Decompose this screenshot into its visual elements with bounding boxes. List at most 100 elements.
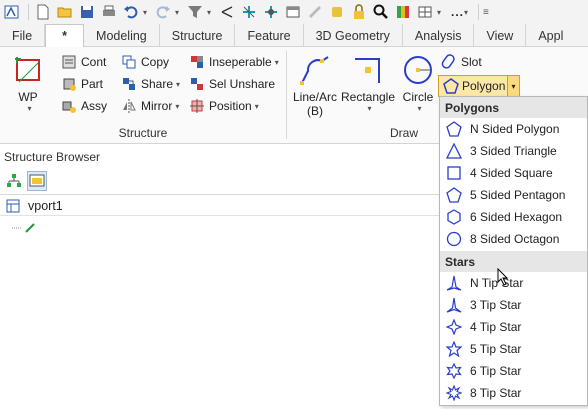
paint-icon[interactable] xyxy=(327,2,347,22)
new-file-icon[interactable] xyxy=(33,2,53,22)
viewport-view-icon[interactable] xyxy=(27,171,47,191)
square-icon xyxy=(445,164,463,182)
mirror-button[interactable]: Mirror ▾ xyxy=(120,96,179,116)
redo-dropdown-icon[interactable]: ▾ xyxy=(175,8,183,17)
open-folder-icon[interactable] xyxy=(55,2,75,22)
assy-button[interactable]: Assy xyxy=(60,96,107,116)
menu-item-8-tip-star[interactable]: 8 Tip Star xyxy=(440,382,587,404)
wp-button[interactable]: WP ▾ xyxy=(10,55,46,113)
ribbon-tabs: File * Modeling Structure Feature 3D Geo… xyxy=(0,24,588,48)
point-icon[interactable] xyxy=(217,2,237,22)
more-dropdown-icon[interactable]: ▾ xyxy=(464,8,472,17)
tree-child-item[interactable] xyxy=(12,222,42,237)
customize-toolbar-icon[interactable]: ≡ xyxy=(483,7,491,18)
rectangle-label: Rectangle xyxy=(340,90,396,104)
copy-button[interactable]: Copy xyxy=(120,52,169,72)
polygon-dropdown-menu: Polygons N Sided Polygon 3 Sided Triangl… xyxy=(439,96,588,406)
menu-item-5-tip-star[interactable]: 5 Tip Star xyxy=(440,338,587,360)
app-menu-icon[interactable] xyxy=(2,2,22,22)
lock-icon[interactable] xyxy=(349,2,369,22)
tab-3d-geometry[interactable]: 3D Geometry xyxy=(304,24,403,47)
inseperable-icon xyxy=(188,53,206,71)
tab-structure[interactable]: Structure xyxy=(160,24,236,47)
share-button[interactable]: Share ▾ xyxy=(120,74,180,94)
tab-appl[interactable]: Appl xyxy=(526,24,575,47)
share-icon xyxy=(120,75,138,93)
sel-unshare-button[interactable]: Sel Unshare xyxy=(188,74,275,94)
snap-tool-icon[interactable] xyxy=(261,2,281,22)
tab-view[interactable]: View xyxy=(474,24,527,47)
sel-unshare-icon xyxy=(188,75,206,93)
tab-analysis[interactable]: Analysis xyxy=(403,24,475,47)
menu-item-6-tip-star[interactable]: 6 Tip Star xyxy=(440,360,587,382)
part-button[interactable]: Part xyxy=(60,74,103,94)
tree-view-icon[interactable] xyxy=(4,171,24,191)
menu-item-label: 3 Sided Triangle xyxy=(470,144,557,158)
structure-group-label: Structure xyxy=(118,126,168,140)
polygon-button[interactable]: Polygon ▾ xyxy=(438,75,520,97)
position-button[interactable]: Position ▾ xyxy=(188,96,259,116)
line-arc-button[interactable]: Line/Arc (B) xyxy=(290,53,340,118)
menu-item-4-sided-square[interactable]: 4 Sided Square xyxy=(440,162,587,184)
quick-access-toolbar: ▾ ▾ ▾ ▾ ... ▾ ≡ xyxy=(0,0,588,24)
cont-button[interactable]: Cont xyxy=(60,52,106,72)
tab-modeling[interactable]: Modeling xyxy=(84,24,160,47)
3-tip-star-icon xyxy=(445,296,463,314)
more-commands-button[interactable]: ... xyxy=(451,5,464,19)
tab-star[interactable]: * xyxy=(45,24,85,48)
sel-unshare-label: Sel Unshare xyxy=(209,77,276,91)
rectangle-button[interactable]: Rectangle ▾ xyxy=(340,53,396,113)
polygon-label: Polygon xyxy=(462,79,506,93)
undo-dropdown-icon[interactable]: ▾ xyxy=(143,8,151,17)
8-tip-star-icon xyxy=(445,384,463,402)
structure-browser-toolbar xyxy=(0,168,440,194)
circle-button[interactable]: Circle ▾ xyxy=(400,53,436,113)
menu-item-label: 8 Sided Octagon xyxy=(470,232,560,246)
zoom-icon[interactable] xyxy=(371,2,391,22)
inseperable-button[interactable]: Inseperable ▾ xyxy=(188,52,279,72)
menu-item-n-tip-star[interactable]: N Tip Star xyxy=(440,272,587,294)
tab-file[interactable]: File xyxy=(0,24,46,47)
layout-dropdown-icon[interactable]: ▾ xyxy=(437,8,445,17)
print-icon[interactable] xyxy=(99,2,119,22)
assy-icon xyxy=(60,97,78,115)
menu-item-3-tip-star[interactable]: 3 Tip Star xyxy=(440,294,587,316)
menu-item-label: 6 Sided Hexagon xyxy=(470,210,563,224)
color-icon[interactable] xyxy=(393,2,413,22)
circle-icon xyxy=(401,53,435,90)
rectangle-icon xyxy=(351,53,385,90)
menu-item-3-sided-triangle[interactable]: 3 Sided Triangle xyxy=(440,140,587,162)
mirror-dropdown-icon: ▾ xyxy=(175,101,180,111)
vport-tree-item[interactable]: vport1 xyxy=(6,197,63,215)
window-icon[interactable] xyxy=(283,2,303,22)
4-tip-star-icon xyxy=(445,318,463,336)
tape-icon[interactable] xyxy=(305,2,325,22)
copy-label: Copy xyxy=(141,55,170,69)
hexagon-icon xyxy=(445,208,463,226)
menu-item-4-tip-star[interactable]: 4 Tip Star xyxy=(440,316,587,338)
menu-item-5-sided-pentagon[interactable]: 5 Sided Pentagon xyxy=(440,184,587,206)
menu-item-label: 6 Tip Star xyxy=(470,364,522,378)
rectangle-dropdown-icon: ▾ xyxy=(367,104,372,113)
redo-icon[interactable] xyxy=(153,2,173,22)
6-tip-star-icon xyxy=(445,362,463,380)
filter-dropdown-icon[interactable]: ▾ xyxy=(207,8,215,17)
mirror-label: Mirror xyxy=(141,99,173,113)
polygon-dropdown-icon[interactable]: ▾ xyxy=(507,76,519,96)
save-icon[interactable] xyxy=(77,2,97,22)
filter-icon[interactable] xyxy=(185,2,205,22)
snap-icon[interactable] xyxy=(239,2,259,22)
tab-feature[interactable]: Feature xyxy=(235,24,304,47)
undo-icon[interactable] xyxy=(121,2,141,22)
menu-item-8-sided-octagon[interactable]: 8 Sided Octagon xyxy=(440,228,587,250)
line-arc-sublabel: (B) xyxy=(307,104,323,118)
position-label: Position xyxy=(209,99,252,113)
slot-button[interactable]: Slot xyxy=(440,52,482,72)
menu-item-label: N Sided Polygon xyxy=(470,122,560,136)
polygon-icon xyxy=(442,77,460,95)
menu-item-n-sided-polygon[interactable]: N Sided Polygon xyxy=(440,118,587,140)
layout-icon[interactable] xyxy=(415,2,435,22)
toolbar-separator xyxy=(28,4,29,20)
circle-dropdown-icon: ▾ xyxy=(417,104,422,113)
menu-item-6-sided-hexagon[interactable]: 6 Sided Hexagon xyxy=(440,206,587,228)
